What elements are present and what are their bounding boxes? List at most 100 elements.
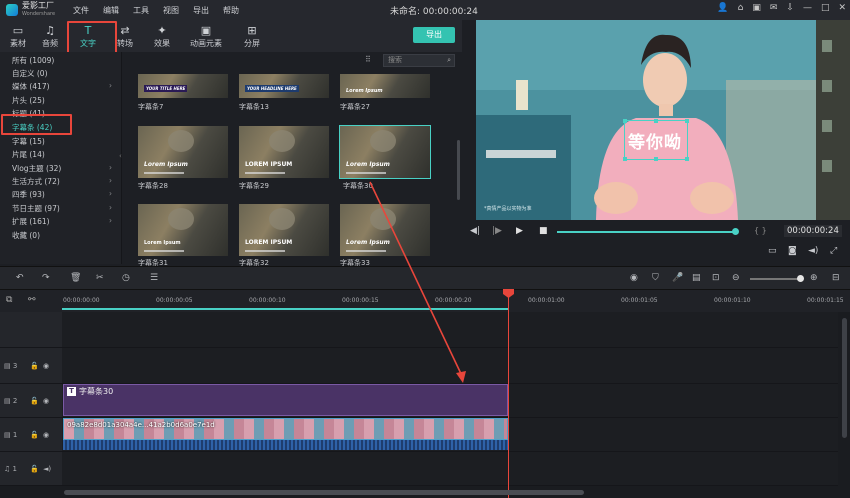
snapshot-icon[interactable]: ◙: [788, 246, 797, 256]
text-clip[interactable]: T 字幕条30: [63, 384, 508, 416]
template-thumbnail[interactable]: LOREM IPSUM: [239, 204, 329, 256]
category-item[interactable]: 所有 (1009): [12, 55, 112, 66]
category-item[interactable]: 片尾 (14): [12, 149, 112, 160]
tab-transition[interactable]: ⇄ 转场: [107, 24, 143, 49]
category-item[interactable]: 节日主题 (97) ›: [12, 203, 112, 214]
render-icon[interactable]: ◉: [630, 273, 638, 283]
add-track-icon[interactable]: ⧉: [6, 295, 12, 305]
zoom-in-icon[interactable]: ⊕: [810, 273, 818, 283]
category-item-active[interactable]: 字幕条 (42): [12, 122, 112, 133]
category-item[interactable]: 自定义 (0): [12, 68, 112, 79]
split-icon[interactable]: ⊡: [712, 273, 720, 283]
speaker-icon[interactable]: ◄): [43, 465, 51, 473]
category-item[interactable]: 标题 (41): [12, 108, 112, 119]
category-item[interactable]: Vlog主题 (32) ›: [12, 163, 112, 174]
mail-icon[interactable]: ✉: [770, 3, 778, 13]
category-item[interactable]: 字幕 (15): [12, 136, 112, 147]
save-icon[interactable]: ▣: [752, 3, 761, 13]
menu-edit[interactable]: 编辑: [103, 5, 119, 16]
volume-icon[interactable]: ◄): [808, 246, 818, 256]
link-icon[interactable]: ⚯: [28, 295, 36, 305]
adjust-icon[interactable]: ☰: [150, 273, 158, 283]
progress-handle[interactable]: [732, 228, 739, 235]
template-thumbnail[interactable]: Lorem Ipsum: [340, 74, 430, 98]
resize-handle[interactable]: [623, 119, 627, 123]
playhead-line[interactable]: [508, 290, 509, 498]
step-icon[interactable]: |▶: [492, 226, 502, 236]
category-item[interactable]: 四季 (93) ›: [12, 189, 112, 200]
timeline-vertical-scrollbar[interactable]: [842, 318, 847, 438]
menu-export[interactable]: 导出: [193, 5, 209, 16]
stop-icon[interactable]: ■: [539, 226, 548, 236]
monitor-icon[interactable]: ▭: [768, 246, 777, 256]
category-item[interactable]: 扩展 (161) ›: [12, 216, 112, 227]
category-item[interactable]: 收藏 (0): [12, 230, 112, 241]
tab-elements[interactable]: ▣ 动画元素: [188, 24, 224, 49]
resize-handle[interactable]: [654, 157, 658, 161]
template-thumbnail[interactable]: LOREM IPSUM: [239, 126, 329, 178]
eye-icon[interactable]: ◉: [43, 431, 49, 439]
resize-handle[interactable]: [685, 157, 689, 161]
video-clip[interactable]: 09a82e8d01a304a4e...41a2b0d6a0e7e1d: [63, 418, 508, 440]
eye-icon[interactable]: ◉: [43, 397, 49, 405]
timeline-ruler[interactable]: ⧉ ⚯ 00:00:00:00 00:00:00:05 00:00:00:10 …: [0, 290, 850, 312]
mixer-icon[interactable]: ▤: [692, 273, 701, 283]
eye-icon[interactable]: ◉: [43, 362, 49, 370]
category-item[interactable]: 生活方式 (72) ›: [12, 176, 112, 187]
previous-frame-icon[interactable]: ◀|: [470, 226, 480, 236]
template-thumbnail[interactable]: YOUR TITLE HERE: [138, 74, 228, 98]
tab-split-screen[interactable]: ⊞ 分屏: [234, 24, 270, 49]
menu-tools[interactable]: 工具: [133, 5, 149, 16]
template-thumbnail[interactable]: Lorem Ipsum: [340, 204, 430, 256]
tab-effects[interactable]: ✦ 效果: [144, 24, 180, 49]
category-item[interactable]: 媒体 (417) ›: [12, 81, 112, 92]
cut-icon[interactable]: ✂: [96, 273, 104, 283]
undo-icon[interactable]: ↶: [16, 273, 24, 283]
delete-icon[interactable]: 🗑: [70, 273, 81, 283]
tab-media[interactable]: ▭ 素材: [0, 24, 36, 49]
account-icon[interactable]: 👤: [717, 3, 728, 13]
maximize-button[interactable]: □: [821, 3, 830, 13]
track-row[interactable]: [62, 452, 838, 486]
zoom-slider[interactable]: [750, 278, 802, 280]
zoom-handle[interactable]: [797, 275, 804, 282]
resize-handle[interactable]: [685, 119, 689, 123]
grid-scrollbar[interactable]: [457, 140, 460, 200]
resize-handle[interactable]: [654, 119, 658, 123]
template-thumbnail[interactable]: YOUR HEADLINE HERE: [239, 74, 329, 98]
lock-icon[interactable]: 🔓: [30, 431, 39, 439]
resize-handle[interactable]: [623, 157, 627, 161]
track-row[interactable]: [62, 312, 838, 348]
template-thumbnail-selected[interactable]: Lorem Ipsum: [339, 125, 431, 179]
menu-file[interactable]: 文件: [73, 5, 89, 16]
template-thumbnail[interactable]: Lorem Ipsum: [138, 204, 228, 256]
lock-icon[interactable]: 🔓: [30, 465, 39, 473]
preview-viewer[interactable]: 等你呦 *真情产品以实物为准: [476, 20, 850, 220]
lock-icon[interactable]: 🔓: [30, 397, 39, 405]
search-input[interactable]: 搜索 ⌕: [383, 54, 455, 67]
minimize-button[interactable]: —: [803, 3, 812, 13]
track-row[interactable]: [62, 348, 838, 384]
microphone-icon[interactable]: 🎤: [672, 273, 683, 283]
tab-audio[interactable]: ♫ 音频: [32, 24, 68, 49]
play-icon[interactable]: ▶: [516, 226, 523, 236]
timeline-horizontal-scrollbar[interactable]: [64, 490, 584, 495]
fit-icon[interactable]: ⊟: [832, 273, 840, 283]
menu-view[interactable]: 视图: [163, 5, 179, 16]
cart-icon[interactable]: ⌂: [738, 3, 744, 13]
category-item[interactable]: 片头 (25): [12, 95, 112, 106]
collapse-panel-icon[interactable]: ‹: [119, 152, 122, 160]
tab-text[interactable]: T 文字: [70, 24, 106, 49]
lock-icon[interactable]: 🔓: [30, 362, 39, 370]
close-button[interactable]: ✕: [838, 3, 846, 13]
download-icon[interactable]: ⇩: [786, 3, 794, 13]
export-button[interactable]: 导出: [413, 27, 455, 43]
zoom-out-icon[interactable]: ⊖: [732, 273, 740, 283]
menu-help[interactable]: 帮助: [223, 5, 239, 16]
grid-view-icon[interactable]: ⠿: [365, 55, 371, 64]
template-thumbnail[interactable]: Lorem Ipsum: [138, 126, 228, 178]
fullscreen-icon[interactable]: ⤢: [830, 246, 837, 256]
duration-icon[interactable]: ◷: [122, 273, 130, 283]
marker-icon[interactable]: ⛉: [652, 273, 659, 283]
redo-icon[interactable]: ↷: [42, 273, 50, 283]
